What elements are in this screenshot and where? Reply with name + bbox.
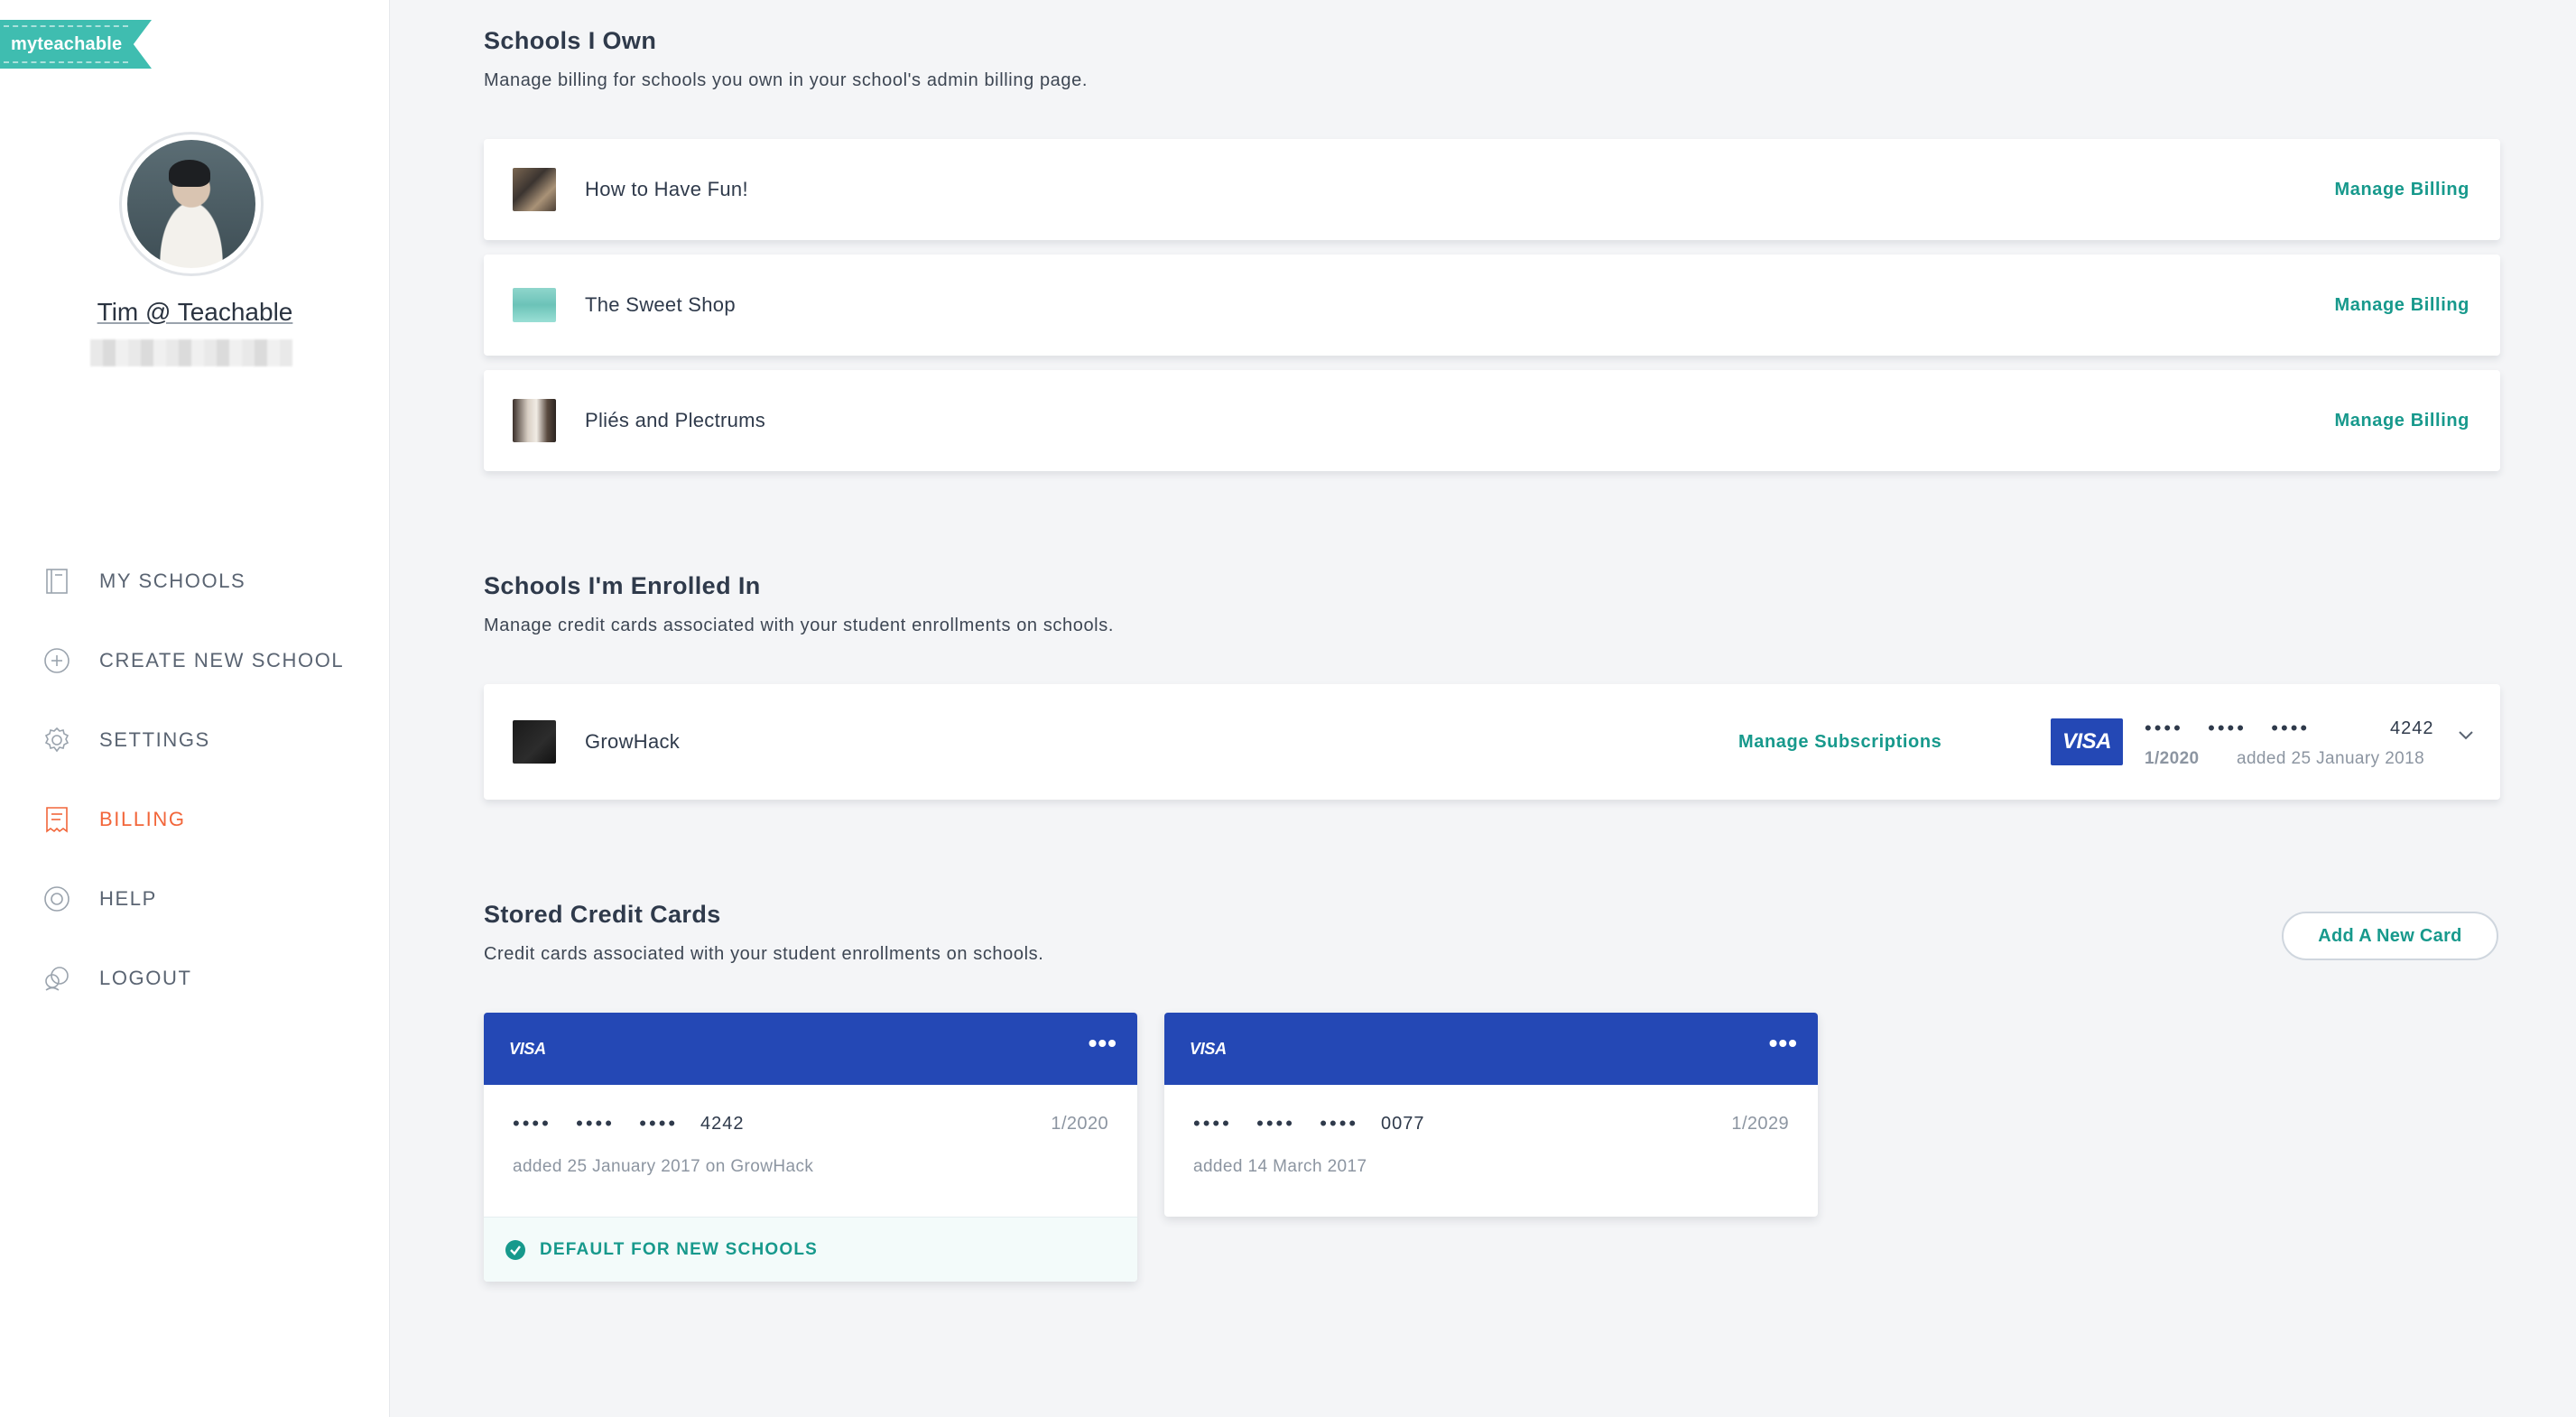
avatar-photo [127,140,255,268]
school-thumbnail [513,399,556,442]
sidebar-item-logout[interactable]: LOGOUT [0,939,390,1018]
card-masked-digits: •••• •••• •••• [513,1112,679,1135]
card-menu-button[interactable]: ••• [1089,1031,1117,1056]
sidebar-item-label: MY SCHOOLS [99,570,246,592]
card-last4: 4242 [700,1114,745,1134]
stored-card: VISA ••• •••• •••• •••• 0077 1/2029 adde… [1164,1013,1818,1217]
card-last4: 0077 [1381,1114,1425,1134]
card-added-date: added 25 January 2018 [2237,749,2425,768]
school-icon [42,566,72,597]
myteachable-logo[interactable]: myteachable [0,20,152,69]
visa-logo: VISA [509,1040,546,1058]
logout-icon [42,963,72,994]
card-menu-button[interactable]: ••• [1769,1031,1798,1056]
manage-billing-link[interactable]: Manage Billing [2334,180,2469,200]
card-expiry: 1/2020 [1051,1114,1108,1134]
receipt-icon [42,804,72,835]
owned-school-row: How to Have Fun! Manage Billing [484,139,2500,240]
stored-card: VISA ••• •••• •••• •••• 4242 1/2020 adde… [484,1013,1137,1282]
sidebar-item-billing[interactable]: BILLING [0,780,390,859]
sidebar-item-label: CREATE NEW SCHOOL [99,649,345,671]
card-masked-digits: •••• •••• •••• [2145,717,2311,739]
default-label: DEFAULT FOR NEW SCHOOLS [540,1239,819,1259]
school-name: Pliés and Plectrums [585,409,766,431]
owned-section-subtitle: Manage billing for schools you own in yo… [484,70,1088,90]
owned-section-title: Schools I Own [484,27,657,54]
stored-section-title: Stored Credit Cards [484,901,721,928]
manage-subscriptions-link[interactable]: Manage Subscriptions [1738,732,1941,753]
stored-section-subtitle: Credit cards associated with your studen… [484,944,1044,964]
owned-school-row: Pliés and Plectrums Manage Billing [484,370,2500,471]
card-last4: 4242 [2390,718,2434,738]
school-thumbnail [513,288,556,322]
school-thumbnail [513,720,556,764]
sidebar-item-create-new-school[interactable]: CREATE NEW SCHOOL [0,621,390,700]
sidebar-item-my-schools[interactable]: MY SCHOOLS [0,542,390,621]
owned-school-row: The Sweet Shop Manage Billing [484,255,2500,356]
card-expiry: 1/2029 [1731,1114,1789,1134]
card-header: VISA ••• [484,1013,1137,1085]
lifebuoy-icon [42,884,72,914]
sidebar-item-label: LOGOUT [99,967,192,989]
sidebar-item-help[interactable]: HELP [0,859,390,939]
plus-circle-icon [42,645,72,676]
school-name: GrowHack [585,730,681,753]
sidebar-item-settings[interactable]: SETTINGS [0,700,390,780]
sidebar-item-label: SETTINGS [99,728,210,751]
enrolled-section-subtitle: Manage credit cards associated with your… [484,616,1114,635]
visa-logo: VISA [1190,1040,1227,1058]
card-expiry: 1/2020 [2145,749,2200,768]
school-name: How to Have Fun! [585,178,748,200]
default-card-footer: DEFAULT FOR NEW SCHOOLS [484,1217,1137,1282]
user-email-redacted [90,339,292,366]
sidebar: myteachable Tim @ Teachable MY SCHOOLS C… [0,0,390,1417]
manage-billing-link[interactable]: Manage Billing [2334,411,2469,431]
sidebar-item-label: BILLING [99,808,186,830]
gear-icon [42,725,72,755]
school-name: The Sweet Shop [585,293,736,316]
school-thumbnail [513,168,556,211]
card-header: VISA ••• [1164,1013,1818,1085]
chevron-down-icon[interactable] [2457,729,2475,746]
enrolled-section-title: Schools I'm Enrolled In [484,572,761,599]
visa-badge: VISA [2051,718,2123,765]
sidebar-item-label: HELP [99,887,157,910]
card-added-date: added 14 March 2017 [1193,1157,1367,1176]
card-body: •••• •••• •••• 0077 1/2029 added 14 Marc… [1164,1085,1818,1217]
check-circle-icon [505,1239,525,1260]
card-masked-digits: •••• •••• •••• [1193,1112,1359,1135]
enrolled-school-row: GrowHack Manage Subscriptions VISA •••• … [484,684,2500,800]
avatar[interactable] [119,132,264,276]
card-body: •••• •••• •••• 4242 1/2020 added 25 Janu… [484,1085,1137,1217]
logo-text: myteachable [11,33,123,54]
sidebar-nav: MY SCHOOLS CREATE NEW SCHOOL SETTINGS BI… [0,542,390,1018]
user-name[interactable]: Tim @ Teachable [0,298,390,327]
manage-billing-link[interactable]: Manage Billing [2334,295,2469,316]
card-added-date: added 25 January 2017 on GrowHack [513,1157,814,1176]
add-new-card-button[interactable]: Add A New Card [2282,912,2498,960]
